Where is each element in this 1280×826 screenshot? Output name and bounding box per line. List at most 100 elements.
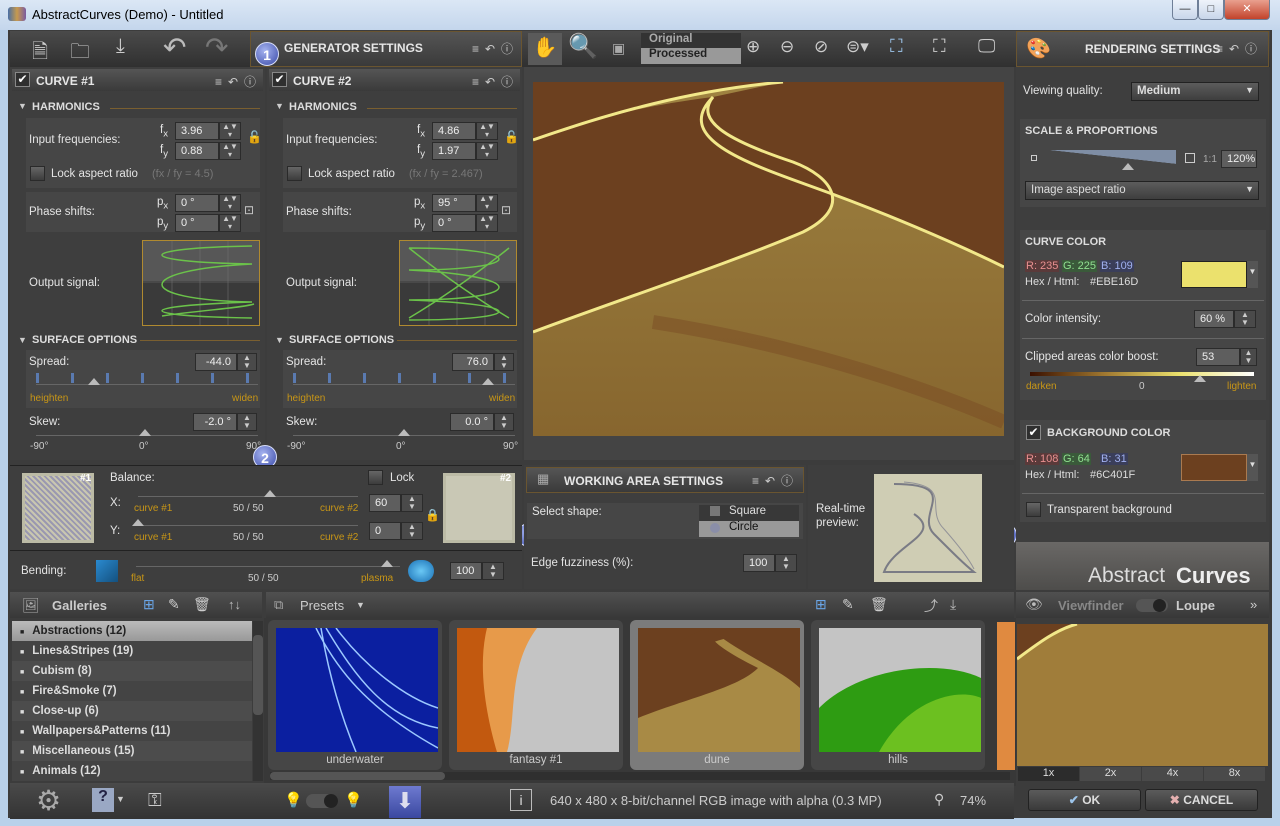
py-input[interactable]: 0 °: [432, 214, 476, 232]
working-area-menu-icons[interactable]: ≡↶ⓘ: [752, 472, 799, 489]
balance-lock-icon[interactable]: 🔒: [425, 508, 440, 522]
edge-fuzziness-spinner[interactable]: ▲ ▼: [775, 554, 797, 572]
collapse-icon[interactable]: ▼: [18, 101, 27, 111]
skew-slider[interactable]: [36, 429, 258, 436]
px-input[interactable]: 95 °: [432, 194, 476, 212]
edit-preset-icon[interactable]: ✎: [842, 596, 854, 613]
open-folder-icon[interactable]: 🗀: [70, 37, 90, 71]
spread-spinner-zoom[interactable]: ▲ ▼: [494, 353, 514, 371]
curve-2-menu-icons[interactable]: ≡↶ⓘ: [472, 73, 519, 90]
fill-image-icon[interactable]: ⛶: [933, 36, 946, 57]
import-preset-icon[interactable]: ⤴: [924, 596, 938, 616]
balance-y-thumb[interactable]: [132, 519, 144, 526]
phase-reset-icon[interactable]: ⊡: [244, 203, 254, 217]
presets-title[interactable]: Presets: [300, 598, 344, 613]
px-spinner[interactable]: ▲▼ ▾: [476, 194, 498, 212]
harmonics-title[interactable]: HARMONICS: [32, 101, 100, 113]
ok-button[interactable]: ✔ OK: [1028, 789, 1141, 811]
zoom-1x-button[interactable]: 1x: [1018, 767, 1079, 781]
spread-input[interactable]: -44.0: [195, 353, 237, 371]
py-spinner[interactable]: ▲▼ ▾: [219, 214, 241, 232]
scale-input[interactable]: 120%: [1221, 150, 1257, 168]
skew-thumb[interactable]: [138, 429, 151, 436]
bending-thumb[interactable]: [380, 560, 393, 567]
zoom-tool-icon[interactable]: 🔍: [568, 32, 598, 61]
fy-spinner[interactable]: ▲▼ ▾: [476, 142, 498, 160]
scale-slider[interactable]: [1048, 150, 1176, 164]
redo-icon[interactable]: ↷: [205, 31, 228, 64]
new-image-icon[interactable]: 🗎: [32, 37, 48, 71]
minimize-button[interactable]: —: [1172, 0, 1198, 20]
rendering-menu-icons[interactable]: ≡↶ⓘ: [1216, 40, 1263, 57]
fx-spinner[interactable]: ▲▼ ▾: [219, 122, 241, 140]
gallery-item[interactable]: ■ Miscellaneous (15): [12, 741, 252, 761]
fy-spinner[interactable]: ▲▼ ▾: [219, 142, 241, 160]
gallery-scrollbar[interactable]: [253, 621, 263, 781]
lock-aspect-checkbox[interactable]: [30, 166, 45, 181]
zoom-8x-button[interactable]: 8x: [1204, 767, 1265, 781]
balance-x-input[interactable]: 60: [369, 494, 401, 512]
zoom-in-icon[interactable]: ⊕: [746, 37, 760, 57]
curve-1-enable-checkbox[interactable]: ✔: [15, 72, 30, 87]
frequency-lock-icon[interactable]: 🔓: [247, 130, 262, 144]
preset-item[interactable]: fantasy #1: [449, 620, 623, 770]
skew-slider[interactable]: [293, 429, 515, 436]
background-color-checkbox[interactable]: ✔: [1026, 425, 1041, 440]
collapse-icon[interactable]: ▼: [275, 101, 284, 111]
color-intensity-spinner[interactable]: ▲ ▼: [1234, 310, 1256, 328]
view-original-option[interactable]: Original: [641, 33, 741, 48]
generator-menu-icons[interactable]: ≡↶ⓘ: [472, 40, 519, 57]
spread-input[interactable]: 76.0: [452, 353, 494, 371]
undo-icon[interactable]: ↶: [163, 31, 186, 64]
delete-preset-icon[interactable]: 🗑: [870, 596, 888, 613]
gallery-item[interactable]: ■ Animals (12): [12, 761, 252, 781]
curve-2-enable-checkbox[interactable]: ✔: [272, 72, 287, 87]
color-boost-slider[interactable]: [1030, 372, 1254, 376]
fy-input[interactable]: 0.88: [175, 142, 219, 160]
balance-y-input[interactable]: 0: [369, 522, 401, 540]
balance-lock-checkbox[interactable]: [368, 470, 383, 485]
spread-slider[interactable]: [293, 378, 515, 385]
harmonics-title[interactable]: HARMONICS: [289, 101, 357, 113]
curve-1-menu-icons[interactable]: ≡↶ⓘ: [215, 73, 262, 90]
balance-y-slider[interactable]: [132, 519, 358, 526]
zoom-2x-button[interactable]: 2x: [1080, 767, 1141, 781]
export-preset-icon[interactable]: ⤓: [950, 596, 956, 613]
close-button[interactable]: ✕: [1224, 0, 1270, 20]
color-boost-spinner[interactable]: ▲ ▼: [1240, 348, 1257, 366]
view-processed-option[interactable]: Processed: [641, 48, 741, 64]
fy-input[interactable]: 1.97: [432, 142, 476, 160]
skew-spinner-zoom[interactable]: ▲ ▼: [237, 413, 257, 431]
balance-x-thumb[interactable]: [264, 490, 276, 497]
skew-input[interactable]: -2.0 °: [193, 413, 237, 431]
edit-gallery-icon[interactable]: ✎: [168, 596, 180, 613]
light-toggle[interactable]: [306, 794, 338, 808]
render-download-icon[interactable]: ⬇: [389, 786, 421, 818]
help-icon[interactable]: ?: [92, 788, 114, 812]
gallery-item[interactable]: ■ Abstractions (12): [12, 621, 252, 641]
spread-spinner-zoom[interactable]: ▲ ▼: [237, 353, 257, 371]
viewing-quality-select[interactable]: Medium ▼: [1131, 82, 1259, 101]
viewfinder-image[interactable]: [1017, 624, 1268, 766]
preset-next-partial[interactable]: [997, 622, 1015, 770]
zoom-4x-button[interactable]: 4x: [1142, 767, 1203, 781]
collapse-icon[interactable]: ▼: [275, 335, 284, 345]
viewfinder-loupe-toggle[interactable]: [1136, 599, 1168, 612]
gallery-item[interactable]: ■ Lines&Stripes (19): [12, 641, 252, 661]
maximize-button[interactable]: □: [1198, 0, 1224, 20]
expand-icon[interactable]: »: [1250, 597, 1257, 612]
fx-spinner[interactable]: ▲▼ ▾: [476, 122, 498, 140]
aspect-ratio-select[interactable]: Image aspect ratio ▼: [1025, 181, 1259, 200]
collapse-icon[interactable]: ▼: [18, 335, 27, 345]
lock-aspect-checkbox[interactable]: [287, 166, 302, 181]
fullscreen-icon[interactable]: 🖵: [978, 36, 995, 57]
viewfinder-label[interactable]: Viewfinder: [1058, 598, 1124, 613]
px-spinner[interactable]: ▲▼ ▾: [219, 194, 241, 212]
info-icon[interactable]: i: [510, 789, 532, 811]
curve-color-dropdown[interactable]: ▼: [1247, 261, 1258, 288]
gallery-item[interactable]: ■ Close-up (6): [12, 701, 252, 721]
skew-thumb[interactable]: [398, 429, 410, 436]
preset-item[interactable]: underwater: [268, 620, 442, 770]
spread-thumb[interactable]: [482, 378, 495, 385]
hand-tool-icon[interactable]: ✋: [528, 33, 562, 65]
